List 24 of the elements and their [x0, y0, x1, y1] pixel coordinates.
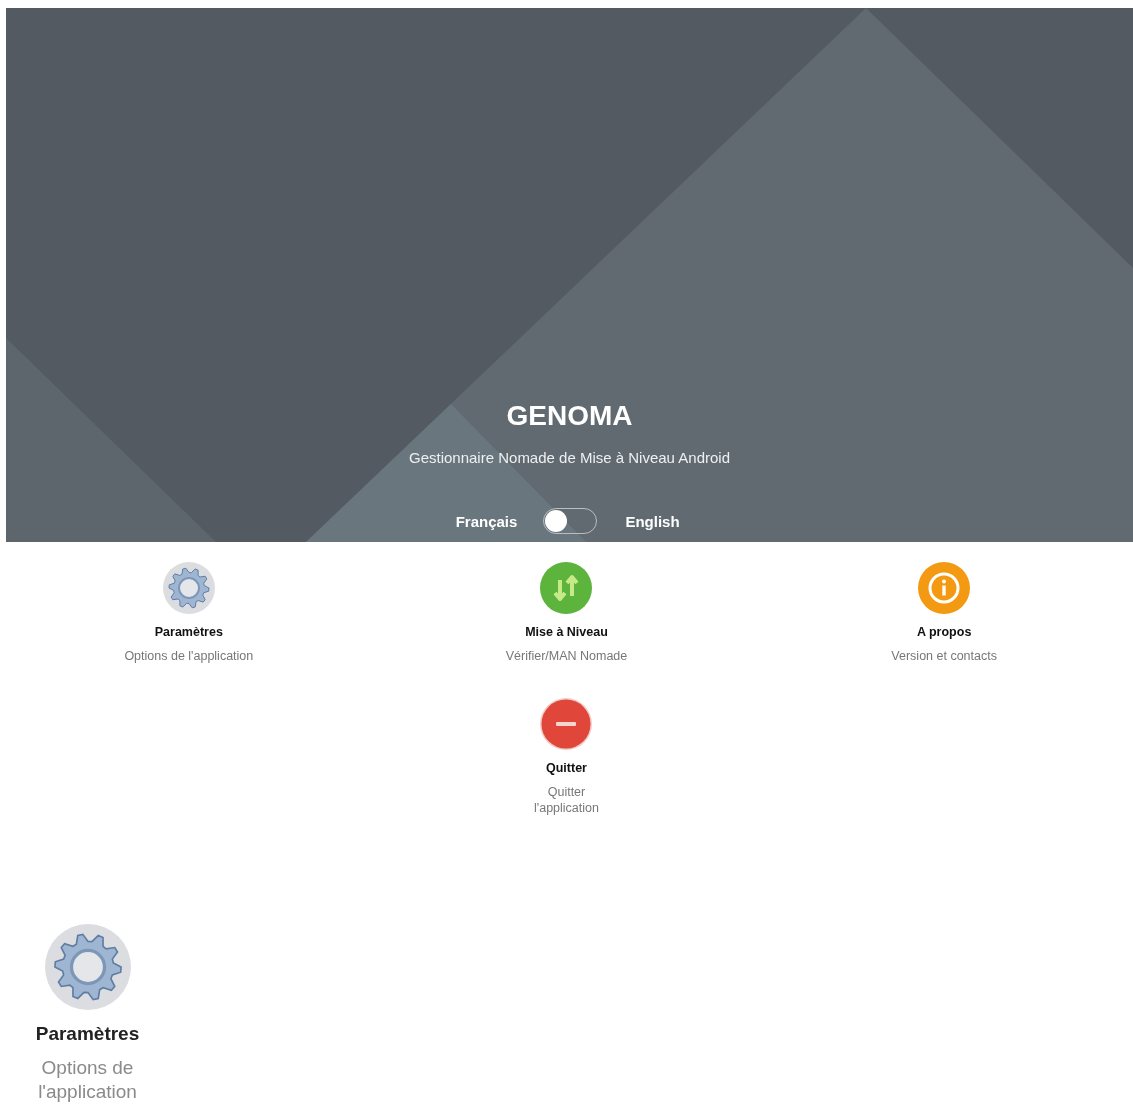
item-title: Quitter — [546, 760, 587, 776]
gear-icon — [162, 562, 215, 614]
menu-item[interactable]: A propos Version et contacts — [891, 562, 997, 664]
minus-icon — [540, 698, 593, 750]
info-icon — [918, 562, 971, 614]
language-label: English — [624, 512, 681, 530]
menu-item[interactable]: Quitter Quitter l'application — [526, 698, 607, 816]
item-title: Paramètres — [154, 624, 223, 640]
menu-item[interactable]: Paramètres Options de l'application — [124, 562, 254, 664]
item-subtitle: Options de l'application — [37, 1056, 138, 1104]
item-subtitle: Options de l'application — [124, 648, 254, 664]
app-title: GENOMA — [506, 400, 633, 432]
item-title: A propos — [916, 624, 972, 640]
item-subtitle: Vérifier/MAN Nomade — [505, 648, 628, 664]
item-subtitle: Version et contacts — [891, 648, 997, 664]
arrows-icon — [540, 562, 593, 614]
item-subtitle: Quitter l'application — [533, 784, 600, 816]
menu-item[interactable]: Mise à Niveau Vérifier/MAN Nomade — [505, 562, 628, 664]
app-subtitle: Gestionnaire Nomade de Mise à Niveau Android — [409, 448, 730, 468]
item-title: Mise à Niveau — [525, 624, 608, 640]
menu-item[interactable]: Paramètres Options de l'application — [22, 924, 153, 1104]
gear-icon — [44, 924, 131, 1010]
item-title: Paramètres — [35, 1022, 140, 1046]
language-label: Français — [454, 512, 519, 530]
